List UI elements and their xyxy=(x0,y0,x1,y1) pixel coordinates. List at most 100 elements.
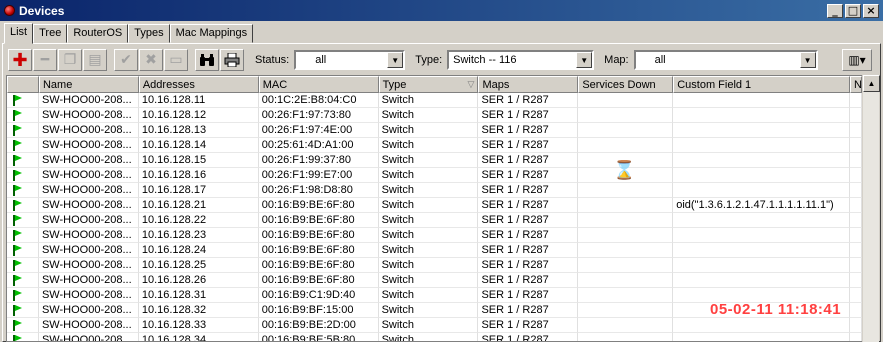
green-flag-icon xyxy=(7,198,39,213)
cell-type: Switch xyxy=(378,108,479,123)
green-flag-icon xyxy=(7,258,39,273)
paste-icon: ▤ xyxy=(88,52,102,68)
window-title-bar[interactable]: Devices _ □ × xyxy=(0,0,883,21)
table-row[interactable]: SW-HOO00-208... 10.16.128.24 00:16:B9:BE:6… xyxy=(7,243,862,258)
tab-list[interactable]: List xyxy=(4,23,34,44)
column-header-flag[interactable] xyxy=(7,76,39,93)
tab-mac-mappings[interactable]: Mac Mappings xyxy=(169,24,254,43)
cell-services-down xyxy=(578,273,674,288)
table-row[interactable]: SW-HOO00-208... 10.16.128.13 00:26:F1:97:4… xyxy=(7,123,862,138)
map-filter-select[interactable]: all ▼ xyxy=(633,50,818,70)
cell-services-down xyxy=(578,243,674,258)
copy-button[interactable]: ❐ xyxy=(58,49,82,71)
table-row[interactable]: SW-HOO00-208... 10.16.128.12 00:26:F1:97:7… xyxy=(7,108,862,123)
close-button[interactable]: × xyxy=(863,3,879,18)
tab-tree[interactable]: Tree xyxy=(33,24,68,43)
status-filter-select[interactable]: all ▼ xyxy=(294,50,406,70)
column-header-name[interactable]: Name xyxy=(38,76,139,93)
cell-type: Switch xyxy=(378,243,479,258)
chevron-down-icon[interactable]: ▼ xyxy=(576,52,593,68)
table-row[interactable]: SW-HOO00-208... 10.16.128.16 00:26:F1:99:E… xyxy=(7,168,862,183)
cell-maps: SER 1 / R287 xyxy=(478,138,579,153)
table-row[interactable]: SW-HOO00-208... 10.16.128.22 00:16:B9:BE:6… xyxy=(7,213,862,228)
cell-name: SW-HOO00-208... xyxy=(38,138,139,153)
table-row[interactable]: SW-HOO00-208... 10.16.128.21 00:16:B9:BE:6… xyxy=(7,198,862,213)
table-row[interactable]: SW-HOO00-208... 10.16.128.14 00:25:61:4D:A… xyxy=(7,138,862,153)
cell-name: SW-HOO00-208... xyxy=(38,198,139,213)
table-row[interactable]: SW-HOO00-208... 10.16.128.15 00:26:F1:99:3… xyxy=(7,153,862,168)
maximize-button[interactable]: □ xyxy=(845,3,861,18)
table-row[interactable]: SW-HOO00-208... 10.16.128.23 00:16:B9:BE:6… xyxy=(7,228,862,243)
paste-button[interactable]: ▤ xyxy=(83,49,107,71)
cell-maps: SER 1 / R287 xyxy=(478,303,579,318)
binoculars-icon xyxy=(200,54,214,66)
tab-types[interactable]: Types xyxy=(128,24,170,43)
enable-button[interactable]: ✔ xyxy=(114,49,138,71)
minimize-button[interactable]: _ xyxy=(827,3,843,18)
cell-mac: 00:26:F1:99:37:80 xyxy=(258,153,379,168)
cell-maps: SER 1 / R287 xyxy=(478,183,579,198)
cell-custom-field-1 xyxy=(673,333,850,341)
add-button[interactable]: ✚ xyxy=(8,49,32,71)
column-header-maps[interactable]: Maps xyxy=(478,76,579,93)
column-header-n[interactable]: N xyxy=(849,76,862,93)
toolbar: ✚ ━ ❐ ▤ ✔ ✖ ▭ Status: all ▼ Type: Switch… xyxy=(8,48,878,72)
type-filter-select[interactable]: Switch -- 116 ▼ xyxy=(447,50,595,70)
find-button[interactable] xyxy=(195,49,219,71)
cell-custom-field-1 xyxy=(673,183,850,198)
print-button[interactable] xyxy=(220,49,244,71)
comment-button[interactable]: ▭ xyxy=(164,49,188,71)
chevron-down-icon[interactable]: ▼ xyxy=(799,52,816,68)
cell-custom-field-1 xyxy=(673,108,850,123)
column-header-type[interactable]: Type ▽ xyxy=(378,76,479,93)
vertical-scrollbar[interactable]: ▲ xyxy=(862,75,880,342)
cell-address: 10.16.128.16 xyxy=(138,168,259,183)
cell-custom-field-1 xyxy=(673,318,850,333)
cell-type: Switch xyxy=(378,288,479,303)
green-flag-icon xyxy=(7,243,39,258)
cell-mac: 00:26:F1:98:D8:80 xyxy=(258,183,379,198)
table-header: Name Addresses MAC Type ▽ Maps Services … xyxy=(7,76,862,93)
cell-maps: SER 1 / R287 xyxy=(478,123,579,138)
cell-maps: SER 1 / R287 xyxy=(478,213,579,228)
cell-n xyxy=(849,213,862,228)
column-header-services-down[interactable]: Services Down xyxy=(578,76,674,93)
cell-mac: 00:16:B9:BE:6F:80 xyxy=(258,243,379,258)
comment-icon: ▭ xyxy=(169,52,183,68)
cell-n xyxy=(849,288,862,303)
cell-maps: SER 1 / R287 xyxy=(478,333,579,341)
table-row[interactable]: SW-HOO00-208... 10.16.128.26 00:16:B9:BE:6… xyxy=(7,273,862,288)
green-flag-icon xyxy=(7,123,39,138)
cell-mac: 00:16:B9:BE:6F:80 xyxy=(258,258,379,273)
scroll-up-button[interactable]: ▲ xyxy=(863,75,880,92)
cell-name: SW-HOO00-208... xyxy=(38,303,139,318)
cell-address: 10.16.128.12 xyxy=(138,108,259,123)
cell-maps: SER 1 / R287 xyxy=(478,288,579,303)
disable-button[interactable]: ✖ xyxy=(139,49,163,71)
cell-address: 10.16.128.24 xyxy=(138,243,259,258)
table-row[interactable]: SW-HOO00-208... 10.16.128.11 00:1C:2E:B8:0… xyxy=(7,93,862,108)
cell-custom-field-1 xyxy=(673,168,850,183)
cell-mac: 00:26:F1:99:E7:00 xyxy=(258,168,379,183)
table-row[interactable]: SW-HOO00-208... 10.16.128.17 00:26:F1:98:D… xyxy=(7,183,862,198)
table-row[interactable]: SW-HOO00-208... 10.16.128.33 00:16:B9:BE:2… xyxy=(7,318,862,333)
column-header-custom-field-1[interactable]: Custom Field 1 xyxy=(673,76,850,93)
tab-routeros[interactable]: RouterOS xyxy=(67,24,129,43)
hourglass-icon: ⌛ xyxy=(613,160,636,181)
cell-name: SW-HOO00-208... xyxy=(38,243,139,258)
table-row[interactable]: SW-HOO00-208... 10.16.128.25 00:16:B9:BE:6… xyxy=(7,258,862,273)
column-header-addresses[interactable]: Addresses xyxy=(138,76,259,93)
table-row[interactable]: SW-HOO00-208... 10.16.128.34 00:16:B9:BE:5… xyxy=(7,333,862,341)
column-header-mac[interactable]: MAC xyxy=(258,76,379,93)
remove-button[interactable]: ━ xyxy=(33,49,57,71)
cell-address: 10.16.128.25 xyxy=(138,258,259,273)
green-flag-icon xyxy=(7,333,39,341)
green-flag-icon xyxy=(7,153,39,168)
cell-address: 10.16.128.13 xyxy=(138,123,259,138)
cell-maps: SER 1 / R287 xyxy=(478,198,579,213)
cell-maps: SER 1 / R287 xyxy=(478,168,579,183)
chevron-down-icon[interactable]: ▼ xyxy=(387,52,404,68)
status-filter-label: Status: xyxy=(255,54,290,66)
cell-n xyxy=(849,318,862,333)
columns-button[interactable]: ▥▾ xyxy=(842,49,872,71)
